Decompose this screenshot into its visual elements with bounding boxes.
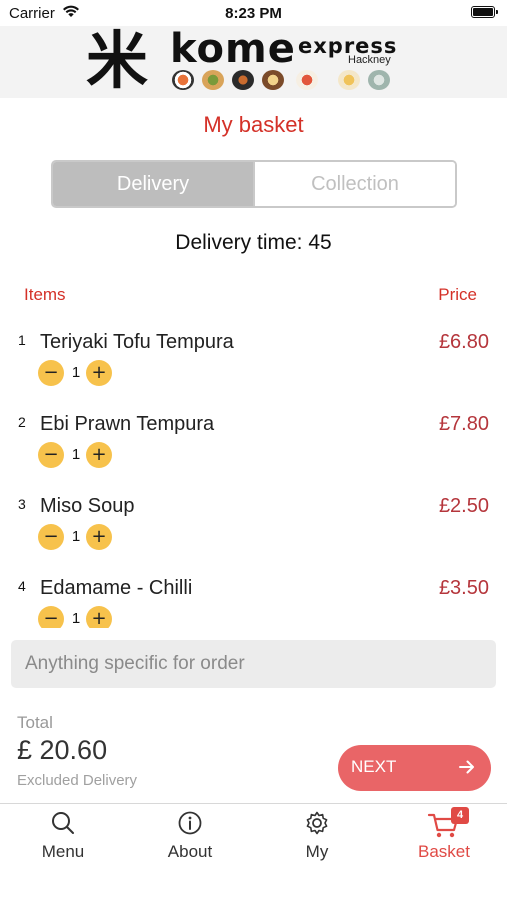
tab-bar: Menu About My 4 Basket	[0, 803, 507, 901]
nigiri-icon	[296, 70, 318, 90]
next-button[interactable]: NEXT	[338, 745, 491, 791]
logo-wordmark: kome	[170, 26, 296, 72]
next-button-label: NEXT	[351, 757, 397, 776]
tab-basket[interactable]: 4 Basket	[381, 804, 507, 874]
decrease-quantity-button[interactable]: −	[38, 524, 64, 550]
noodle-icon	[262, 70, 284, 90]
item-quantity: 1	[71, 610, 81, 627]
item-price: £7.80	[438, 413, 489, 435]
item-index: 1	[18, 332, 26, 348]
page-title: My basket	[203, 112, 304, 137]
delivery-time-label: Delivery time: 45	[175, 231, 332, 254]
basket-count-badge: 4	[451, 807, 469, 824]
item-name: Ebi Prawn Tempura	[40, 413, 215, 435]
bowl-icon	[232, 70, 254, 90]
tab-menu-label: Menu	[41, 842, 85, 861]
decrease-quantity-button[interactable]: −	[38, 606, 64, 628]
battery-icon	[471, 6, 498, 18]
item-index: 2	[18, 414, 26, 430]
basket-item: 4 Edamame - Chilli £3.50 − 1 +	[0, 564, 507, 628]
status-bar: Carrier 8:23 PM	[0, 0, 507, 26]
roll-icon	[202, 70, 224, 90]
brand-header: 米 kome express Hackney	[0, 26, 507, 98]
basket-item: 3 Miso Soup £2.50 − 1 +	[0, 482, 507, 564]
items-column-header: Items	[24, 285, 66, 304]
basket-item: 2 Ebi Prawn Tempura £7.80 − 1 +	[0, 400, 507, 482]
increase-quantity-button[interactable]: +	[86, 360, 112, 386]
gear-icon	[304, 810, 330, 841]
item-quantity: 1	[71, 364, 81, 381]
item-index: 4	[18, 578, 26, 594]
item-price: £3.50	[438, 577, 489, 599]
increase-quantity-button[interactable]: +	[86, 524, 112, 550]
search-icon	[50, 810, 76, 841]
order-note-input[interactable]	[11, 640, 496, 688]
item-name: Edamame - Chilli	[40, 577, 193, 599]
collection-tab[interactable]: Collection	[253, 162, 455, 206]
increase-quantity-button[interactable]: +	[86, 606, 112, 628]
price-column-header: Price	[438, 285, 477, 304]
delivery-tab[interactable]: Delivery	[53, 162, 253, 206]
tempura-icon	[338, 70, 360, 90]
tab-about-label: About	[167, 842, 213, 861]
item-index: 3	[18, 496, 26, 512]
decrease-quantity-button[interactable]: −	[38, 360, 64, 386]
basket-list[interactable]: 1 Teriyaki Tofu Tempura £6.80 − 1 + 2 Eb…	[0, 318, 507, 628]
item-quantity: 1	[71, 528, 81, 545]
total-label: Total	[17, 713, 53, 732]
info-icon	[177, 810, 203, 841]
logo-location: Hackney	[348, 54, 391, 66]
item-quantity: 1	[71, 446, 81, 463]
tab-menu[interactable]: Menu	[0, 804, 126, 874]
order-type-selector: Delivery Collection	[51, 160, 457, 208]
item-name: Teriyaki Tofu Tempura	[40, 331, 234, 353]
item-price: £6.80	[438, 331, 489, 353]
tab-about[interactable]: About	[127, 804, 253, 874]
tab-basket-label: Basket	[418, 842, 470, 861]
logo-kanji: 米	[86, 24, 149, 97]
item-name: Miso Soup	[40, 495, 135, 517]
clock: 8:23 PM	[225, 5, 282, 22]
decrease-quantity-button[interactable]: −	[38, 442, 64, 468]
tab-my[interactable]: My	[254, 804, 380, 874]
basket-item: 1 Teriyaki Tofu Tempura £6.80 − 1 +	[0, 318, 507, 400]
arrow-right-icon	[457, 757, 477, 782]
tab-my-label: My	[305, 842, 329, 861]
item-price: £2.50	[438, 495, 489, 517]
sushi-icon	[172, 70, 194, 90]
increase-quantity-button[interactable]: +	[86, 442, 112, 468]
dumpling-icon	[368, 70, 390, 90]
total-amount: £ 20.60	[17, 735, 108, 765]
delivery-excluded-note: Excluded Delivery	[17, 772, 138, 789]
